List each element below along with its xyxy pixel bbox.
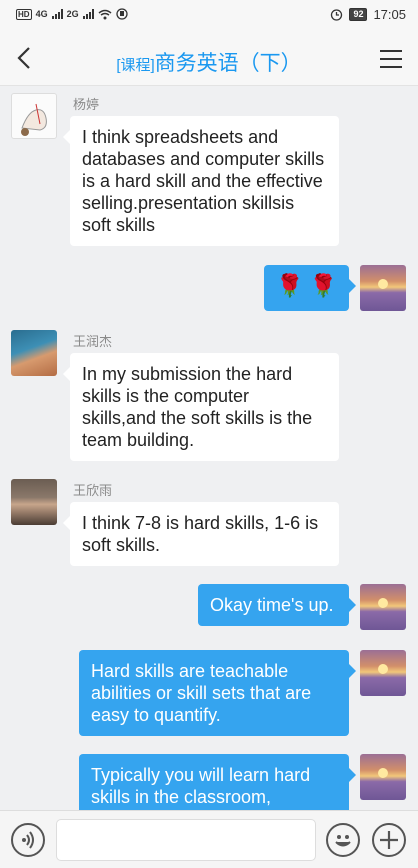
- rose-emoji: 🌹 🌹: [276, 273, 337, 298]
- sketch-avatar-icon: [21, 103, 47, 136]
- emoji-icon[interactable]: [326, 823, 360, 857]
- page-title: [课程]商务英语（下）: [0, 47, 418, 77]
- message-bubble[interactable]: 🌹 🌹: [264, 265, 356, 311]
- course-tag: [课程]: [116, 57, 155, 74]
- chat-area[interactable]: 杨婷 I think spreadsheets and databases an…: [0, 86, 418, 810]
- network-label: 4G: [35, 9, 48, 19]
- message-bubble[interactable]: Typically you will learn hard skills in …: [79, 754, 356, 810]
- plus-icon[interactable]: [372, 823, 406, 857]
- sender-name: 杨婷: [73, 97, 100, 112]
- avatar[interactable]: [360, 650, 406, 696]
- status-left: HD 4G 2G: [16, 8, 128, 20]
- title-text: 商务英语（下）: [154, 52, 302, 75]
- network2-label: 2G: [66, 9, 79, 19]
- signal-icon: [51, 9, 63, 19]
- message-bubble[interactable]: I think 7-8 is hard skills, 1-6 is soft …: [63, 502, 339, 566]
- message-text: I think spreadsheets and databases and c…: [82, 127, 325, 235]
- message-text: Okay time's up.: [210, 595, 334, 615]
- message-input[interactable]: [56, 819, 316, 861]
- message-bubble[interactable]: I think spreadsheets and databases and c…: [63, 116, 339, 246]
- hd-icon: HD: [16, 8, 32, 20]
- status-bar: HD 4G 2G 92 17:05: [0, 0, 418, 30]
- menu-icon[interactable]: [380, 50, 402, 68]
- avatar[interactable]: [360, 754, 406, 800]
- avatar[interactable]: [360, 584, 406, 630]
- avatar[interactable]: [360, 265, 406, 311]
- message-text: Typically you will learn hard skills in …: [91, 765, 311, 807]
- message-bubble[interactable]: Hard skills are teachable abilities or s…: [79, 650, 356, 736]
- avatar[interactable]: [11, 330, 57, 376]
- status-right: 92 17:05: [330, 7, 406, 22]
- message-text: Hard skills are teachable abilities or s…: [91, 661, 312, 725]
- message-bubble[interactable]: Okay time's up.: [198, 584, 356, 626]
- avatar[interactable]: [11, 93, 57, 139]
- battery-icon: 92: [349, 8, 368, 21]
- wifi-icon: [98, 9, 112, 19]
- alarm-icon: [331, 9, 343, 21]
- input-bar: [0, 810, 418, 868]
- message-text: In my submission the hard skills is the …: [82, 364, 313, 450]
- header-bar: [课程]商务英语（下）: [0, 30, 418, 86]
- sender-name: 王欣雨: [73, 483, 113, 498]
- clock: 17:05: [373, 7, 406, 22]
- message-text: I think 7-8 is hard skills, 1-6 is soft …: [82, 513, 319, 555]
- message-bubble[interactable]: In my submission the hard skills is the …: [63, 353, 339, 461]
- sender-name: 王润杰: [73, 334, 113, 349]
- voice-icon[interactable]: [11, 823, 45, 857]
- signal2-icon: [82, 9, 94, 19]
- avatar[interactable]: [11, 479, 57, 525]
- notification-icon: [115, 8, 128, 20]
